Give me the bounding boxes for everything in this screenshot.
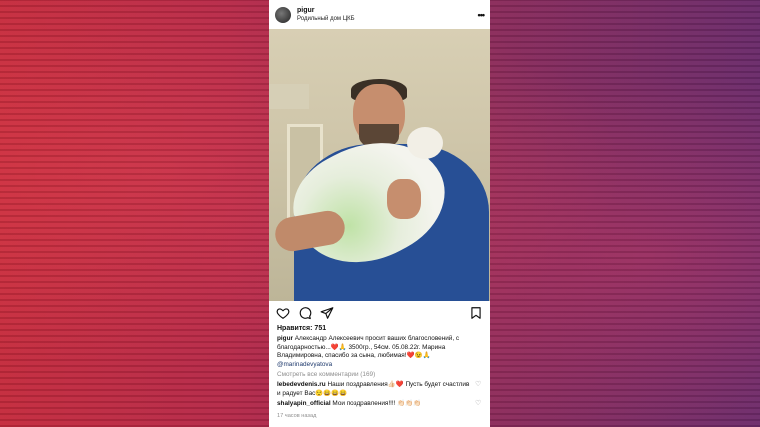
comment-item: lebedevdenis.ru Наши поздравления👍🏻❤️ Пу…: [277, 381, 482, 398]
photo-wall-detail: [269, 84, 309, 109]
post-caption: pigur Александр Алексеевич просит ваших …: [277, 335, 482, 369]
caption-mention[interactable]: @marinadevyatova: [277, 361, 332, 368]
comment-item: shalyapin_official Мои поздравления!!!! …: [277, 400, 482, 408]
heart-icon[interactable]: [276, 306, 290, 320]
post-timestamp: 17 часов назад: [277, 412, 317, 419]
post-username[interactable]: pigur: [297, 6, 478, 15]
post-photo[interactable]: [269, 29, 490, 301]
comment-body: lebedevdenis.ru Наши поздравления👍🏻❤️ Пу…: [277, 381, 471, 398]
avatar[interactable]: [275, 6, 291, 23]
comment-like-heart-icon[interactable]: ♡: [475, 381, 482, 398]
paper-plane-icon[interactable]: [320, 306, 334, 320]
view-all-comments-link[interactable]: Смотреть все комментарии (169): [277, 371, 482, 379]
more-options-icon[interactable]: •••: [478, 10, 486, 20]
instagram-post-card: pigur Родильный дом ЦКБ ••• Нравится: 75…: [269, 0, 490, 427]
post-actions-bar: [269, 301, 490, 325]
post-header: pigur Родильный дом ЦКБ •••: [269, 0, 490, 29]
photo-baby-head: [407, 127, 443, 159]
comment-icon[interactable]: [298, 306, 312, 320]
comment-text: Мои поздравления!!!! 👏🏻👏🏻👏🏻: [332, 400, 422, 408]
post-location[interactable]: Родильный дом ЦКБ: [297, 15, 478, 24]
caption-username[interactable]: pigur: [277, 335, 293, 342]
comment-username[interactable]: lebedevdenis.ru: [277, 381, 326, 388]
caption-text: Александр Алексеевич просит ваших благос…: [277, 335, 460, 360]
comment-username[interactable]: shalyapin_official: [277, 400, 331, 407]
comment-like-heart-icon[interactable]: ♡: [475, 400, 482, 408]
photo-man-hand: [387, 179, 421, 219]
post-text-area: Нравится: 751 pigur Александр Алексеевич…: [269, 325, 490, 420]
comment-body: shalyapin_official Мои поздравления!!!! …: [277, 400, 471, 408]
post-author-block: pigur Родильный дом ЦКБ: [297, 6, 478, 24]
likes-count[interactable]: Нравится: 751: [277, 325, 482, 333]
bookmark-icon[interactable]: [469, 306, 483, 320]
